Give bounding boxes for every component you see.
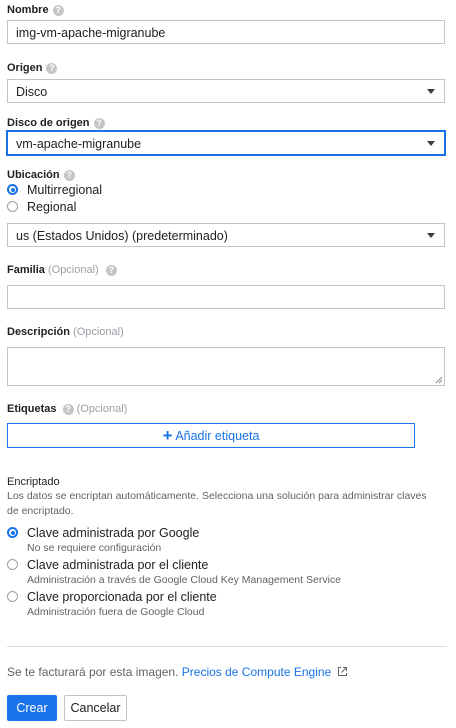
radio-customer-supplied-key[interactable] [7, 591, 18, 602]
disco-label: Disco de origen? [7, 117, 105, 129]
etiquetas-label: Etiquetas? (Opcional) [7, 403, 128, 415]
origen-label: Origen? [7, 62, 58, 74]
help-icon[interactable]: ? [62, 403, 74, 415]
radio-regional[interactable] [7, 201, 18, 212]
customer-supplied-key-sub: Administración fuera de Google Cloud [27, 606, 205, 618]
nombre-label: Nombre? [7, 4, 64, 16]
help-icon[interactable]: ? [93, 117, 105, 129]
google-key-label: Clave administrada por Google [27, 526, 200, 540]
plus-icon: + [162, 426, 173, 445]
help-icon[interactable]: ? [63, 169, 75, 181]
nombre-input[interactable]: img-vm-apache-migranube [7, 20, 445, 44]
descripcion-textarea[interactable] [7, 347, 445, 386]
familia-input[interactable] [7, 285, 445, 309]
ubicacion-select[interactable]: us (Estados Unidos) (predeterminado) [7, 223, 445, 247]
radio-regional-label: Regional [27, 200, 77, 214]
dropdown-caret-icon [427, 89, 435, 94]
familia-label: Familia (Opcional)? [7, 264, 117, 276]
divider [7, 646, 447, 647]
external-link-icon[interactable] [337, 666, 348, 677]
billing-notice: Se te facturará por esta imagen. Precios… [7, 665, 348, 679]
pricing-link[interactable]: Precios de Compute Engine [182, 665, 331, 679]
radio-customer-managed-key[interactable] [7, 559, 18, 570]
customer-managed-key-sub: Administración a través de Google Cloud … [27, 574, 341, 586]
origen-select[interactable]: Disco [7, 79, 445, 103]
customer-managed-key-label: Clave administrada por el cliente [27, 558, 209, 572]
encriptado-title: Encriptado [7, 476, 60, 488]
dropdown-caret-icon [427, 233, 435, 238]
disco-select[interactable]: vm-apache-migranube [7, 131, 445, 155]
radio-multirregional-label: Multirregional [27, 183, 103, 197]
radio-multirregional[interactable] [7, 184, 18, 195]
descripcion-label: Descripción (Opcional) [7, 326, 124, 338]
add-label-button[interactable]: + Añadir etiqueta [7, 423, 415, 448]
help-icon[interactable]: ? [52, 4, 64, 16]
google-key-sub: No se requiere configuración [27, 542, 162, 554]
radio-google-key[interactable] [7, 527, 18, 538]
customer-supplied-key-label: Clave proporcionada por el cliente [27, 590, 217, 604]
encriptado-description: Los datos se encriptan automáticamente. … [7, 490, 427, 517]
resize-handle-icon[interactable] [435, 376, 443, 384]
help-icon[interactable]: ? [105, 264, 117, 276]
help-icon[interactable]: ? [46, 62, 58, 74]
ubicacion-label: Ubicación? [7, 169, 75, 181]
dropdown-caret-icon [427, 141, 435, 146]
cancel-button[interactable]: Cancelar [64, 695, 127, 721]
create-button[interactable]: Crear [7, 695, 57, 721]
